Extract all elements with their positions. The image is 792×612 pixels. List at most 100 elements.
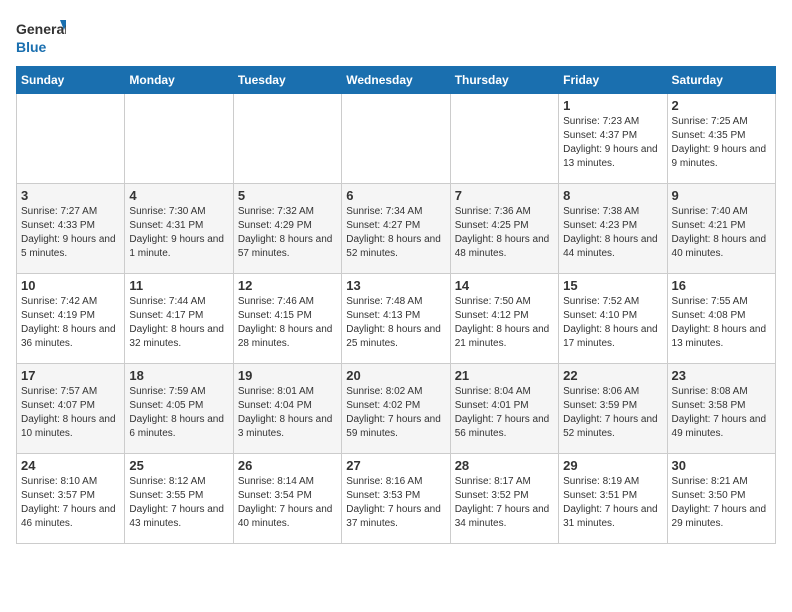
- calendar-cell: [342, 94, 450, 184]
- day-number: 29: [563, 458, 662, 473]
- svg-text:General: General: [16, 21, 66, 37]
- day-number: 5: [238, 188, 337, 203]
- calendar-cell: 26 Sunrise: 8:14 AM Sunset: 3:54 PM Dayli…: [233, 454, 341, 544]
- weekday-header-friday: Friday: [559, 67, 667, 94]
- day-info: Sunrise: 8:01 AM Sunset: 4:04 PM Dayligh…: [238, 385, 337, 441]
- day-number: 27: [346, 458, 445, 473]
- calendar-cell: 29 Sunrise: 8:19 AM Sunset: 3:51 PM Dayli…: [559, 454, 667, 544]
- day-number: 28: [455, 458, 554, 473]
- day-info: Sunrise: 8:06 AM Sunset: 3:59 PM Dayligh…: [563, 385, 662, 441]
- calendar-cell: 1Sunrise: 7:23 AM Sunset: 4:37 PM Daylig…: [559, 94, 667, 184]
- day-number: 11: [129, 278, 228, 293]
- calendar-cell: 18 Sunrise: 7:59 AM Sunset: 4:05 PM Dayli…: [125, 364, 233, 454]
- week-row-3: 10 Sunrise: 7:42 AM Sunset: 4:19 PM Dayli…: [17, 274, 776, 364]
- calendar-cell: 24 Sunrise: 8:10 AM Sunset: 3:57 PM Dayli…: [17, 454, 125, 544]
- day-info: Sunrise: 7:44 AM Sunset: 4:17 PM Dayligh…: [129, 295, 228, 351]
- day-info: Sunrise: 7:46 AM Sunset: 4:15 PM Dayligh…: [238, 295, 337, 351]
- weekday-header-row: SundayMondayTuesdayWednesdayThursdayFrid…: [17, 67, 776, 94]
- day-number: 15: [563, 278, 662, 293]
- week-row-5: 24 Sunrise: 8:10 AM Sunset: 3:57 PM Dayli…: [17, 454, 776, 544]
- weekday-header-tuesday: Tuesday: [233, 67, 341, 94]
- day-info: Sunrise: 8:12 AM Sunset: 3:55 PM Dayligh…: [129, 475, 228, 531]
- day-number: 26: [238, 458, 337, 473]
- calendar-cell: 4Sunrise: 7:30 AM Sunset: 4:31 PM Daylig…: [125, 184, 233, 274]
- svg-text:Blue: Blue: [16, 39, 47, 55]
- day-info: Sunrise: 7:25 AM Sunset: 4:35 PM Dayligh…: [672, 115, 771, 171]
- day-info: Sunrise: 7:36 AM Sunset: 4:25 PM Dayligh…: [455, 205, 554, 261]
- day-number: 19: [238, 368, 337, 383]
- day-number: 10: [21, 278, 120, 293]
- day-number: 7: [455, 188, 554, 203]
- calendar-cell: [17, 94, 125, 184]
- calendar-cell: 28 Sunrise: 8:17 AM Sunset: 3:52 PM Dayli…: [450, 454, 558, 544]
- day-number: 2: [672, 98, 771, 113]
- day-number: 21: [455, 368, 554, 383]
- calendar-cell: 9 Sunrise: 7:40 AM Sunset: 4:21 PM Daylig…: [667, 184, 775, 274]
- day-number: 18: [129, 368, 228, 383]
- day-number: 23: [672, 368, 771, 383]
- day-info: Sunrise: 7:40 AM Sunset: 4:21 PM Dayligh…: [672, 205, 771, 261]
- day-info: Sunrise: 7:42 AM Sunset: 4:19 PM Dayligh…: [21, 295, 120, 351]
- weekday-header-monday: Monday: [125, 67, 233, 94]
- calendar-cell: 7 Sunrise: 7:36 AM Sunset: 4:25 PM Daylig…: [450, 184, 558, 274]
- calendar-table: SundayMondayTuesdayWednesdayThursdayFrid…: [16, 66, 776, 544]
- day-info: Sunrise: 7:34 AM Sunset: 4:27 PM Dayligh…: [346, 205, 445, 261]
- calendar-cell: 16Sunrise: 7:55 AM Sunset: 4:08 PM Dayli…: [667, 274, 775, 364]
- calendar-cell: 27 Sunrise: 8:16 AM Sunset: 3:53 PM Dayli…: [342, 454, 450, 544]
- calendar-cell: 22 Sunrise: 8:06 AM Sunset: 3:59 PM Dayli…: [559, 364, 667, 454]
- day-number: 30: [672, 458, 771, 473]
- calendar-cell: 6 Sunrise: 7:34 AM Sunset: 4:27 PM Daylig…: [342, 184, 450, 274]
- day-info: Sunrise: 7:48 AM Sunset: 4:13 PM Dayligh…: [346, 295, 445, 351]
- day-number: 20: [346, 368, 445, 383]
- day-number: 24: [21, 458, 120, 473]
- day-info: Sunrise: 7:55 AM Sunset: 4:08 PM Dayligh…: [672, 295, 771, 351]
- day-number: 22: [563, 368, 662, 383]
- calendar-cell: 30Sunrise: 8:21 AM Sunset: 3:50 PM Dayli…: [667, 454, 775, 544]
- calendar-cell: 13 Sunrise: 7:48 AM Sunset: 4:13 PM Dayli…: [342, 274, 450, 364]
- logo: General Blue: [16, 16, 66, 58]
- calendar-cell: 5 Sunrise: 7:32 AM Sunset: 4:29 PM Daylig…: [233, 184, 341, 274]
- day-info: Sunrise: 7:27 AM Sunset: 4:33 PM Dayligh…: [21, 205, 120, 261]
- day-number: 9: [672, 188, 771, 203]
- day-info: Sunrise: 8:16 AM Sunset: 3:53 PM Dayligh…: [346, 475, 445, 531]
- day-info: Sunrise: 8:04 AM Sunset: 4:01 PM Dayligh…: [455, 385, 554, 441]
- day-info: Sunrise: 8:10 AM Sunset: 3:57 PM Dayligh…: [21, 475, 120, 531]
- calendar-cell: 23Sunrise: 8:08 AM Sunset: 3:58 PM Dayli…: [667, 364, 775, 454]
- calendar-cell: 25 Sunrise: 8:12 AM Sunset: 3:55 PM Dayli…: [125, 454, 233, 544]
- header: General Blue: [16, 16, 776, 58]
- logo-svg: General Blue: [16, 16, 66, 58]
- day-info: Sunrise: 7:52 AM Sunset: 4:10 PM Dayligh…: [563, 295, 662, 351]
- calendar-cell: 10 Sunrise: 7:42 AM Sunset: 4:19 PM Dayli…: [17, 274, 125, 364]
- calendar-cell: 15 Sunrise: 7:52 AM Sunset: 4:10 PM Dayli…: [559, 274, 667, 364]
- day-number: 14: [455, 278, 554, 293]
- day-info: Sunrise: 7:59 AM Sunset: 4:05 PM Dayligh…: [129, 385, 228, 441]
- day-number: 1: [563, 98, 662, 113]
- day-info: Sunrise: 8:14 AM Sunset: 3:54 PM Dayligh…: [238, 475, 337, 531]
- day-number: 8: [563, 188, 662, 203]
- calendar-cell: 2 Sunrise: 7:25 AM Sunset: 4:35 PM Daylig…: [667, 94, 775, 184]
- calendar-cell: 3Sunrise: 7:27 AM Sunset: 4:33 PM Daylig…: [17, 184, 125, 274]
- day-info: Sunrise: 8:17 AM Sunset: 3:52 PM Dayligh…: [455, 475, 554, 531]
- day-info: Sunrise: 8:19 AM Sunset: 3:51 PM Dayligh…: [563, 475, 662, 531]
- calendar-cell: 20Sunrise: 8:02 AM Sunset: 4:02 PM Dayli…: [342, 364, 450, 454]
- week-row-1: 1Sunrise: 7:23 AM Sunset: 4:37 PM Daylig…: [17, 94, 776, 184]
- day-number: 25: [129, 458, 228, 473]
- calendar-cell: 8 Sunrise: 7:38 AM Sunset: 4:23 PM Daylig…: [559, 184, 667, 274]
- day-number: 12: [238, 278, 337, 293]
- day-info: Sunrise: 7:38 AM Sunset: 4:23 PM Dayligh…: [563, 205, 662, 261]
- week-row-4: 17 Sunrise: 7:57 AM Sunset: 4:07 PM Dayli…: [17, 364, 776, 454]
- calendar-cell: 14 Sunrise: 7:50 AM Sunset: 4:12 PM Dayli…: [450, 274, 558, 364]
- calendar-cell: 17 Sunrise: 7:57 AM Sunset: 4:07 PM Dayli…: [17, 364, 125, 454]
- day-number: 17: [21, 368, 120, 383]
- weekday-header-wednesday: Wednesday: [342, 67, 450, 94]
- calendar-cell: [450, 94, 558, 184]
- calendar-cell: 12 Sunrise: 7:46 AM Sunset: 4:15 PM Dayli…: [233, 274, 341, 364]
- day-info: Sunrise: 7:50 AM Sunset: 4:12 PM Dayligh…: [455, 295, 554, 351]
- day-info: Sunrise: 7:57 AM Sunset: 4:07 PM Dayligh…: [21, 385, 120, 441]
- day-info: Sunrise: 7:30 AM Sunset: 4:31 PM Dayligh…: [129, 205, 228, 261]
- day-number: 13: [346, 278, 445, 293]
- day-info: Sunrise: 7:32 AM Sunset: 4:29 PM Dayligh…: [238, 205, 337, 261]
- week-row-2: 3Sunrise: 7:27 AM Sunset: 4:33 PM Daylig…: [17, 184, 776, 274]
- calendar-cell: 19 Sunrise: 8:01 AM Sunset: 4:04 PM Dayli…: [233, 364, 341, 454]
- day-number: 6: [346, 188, 445, 203]
